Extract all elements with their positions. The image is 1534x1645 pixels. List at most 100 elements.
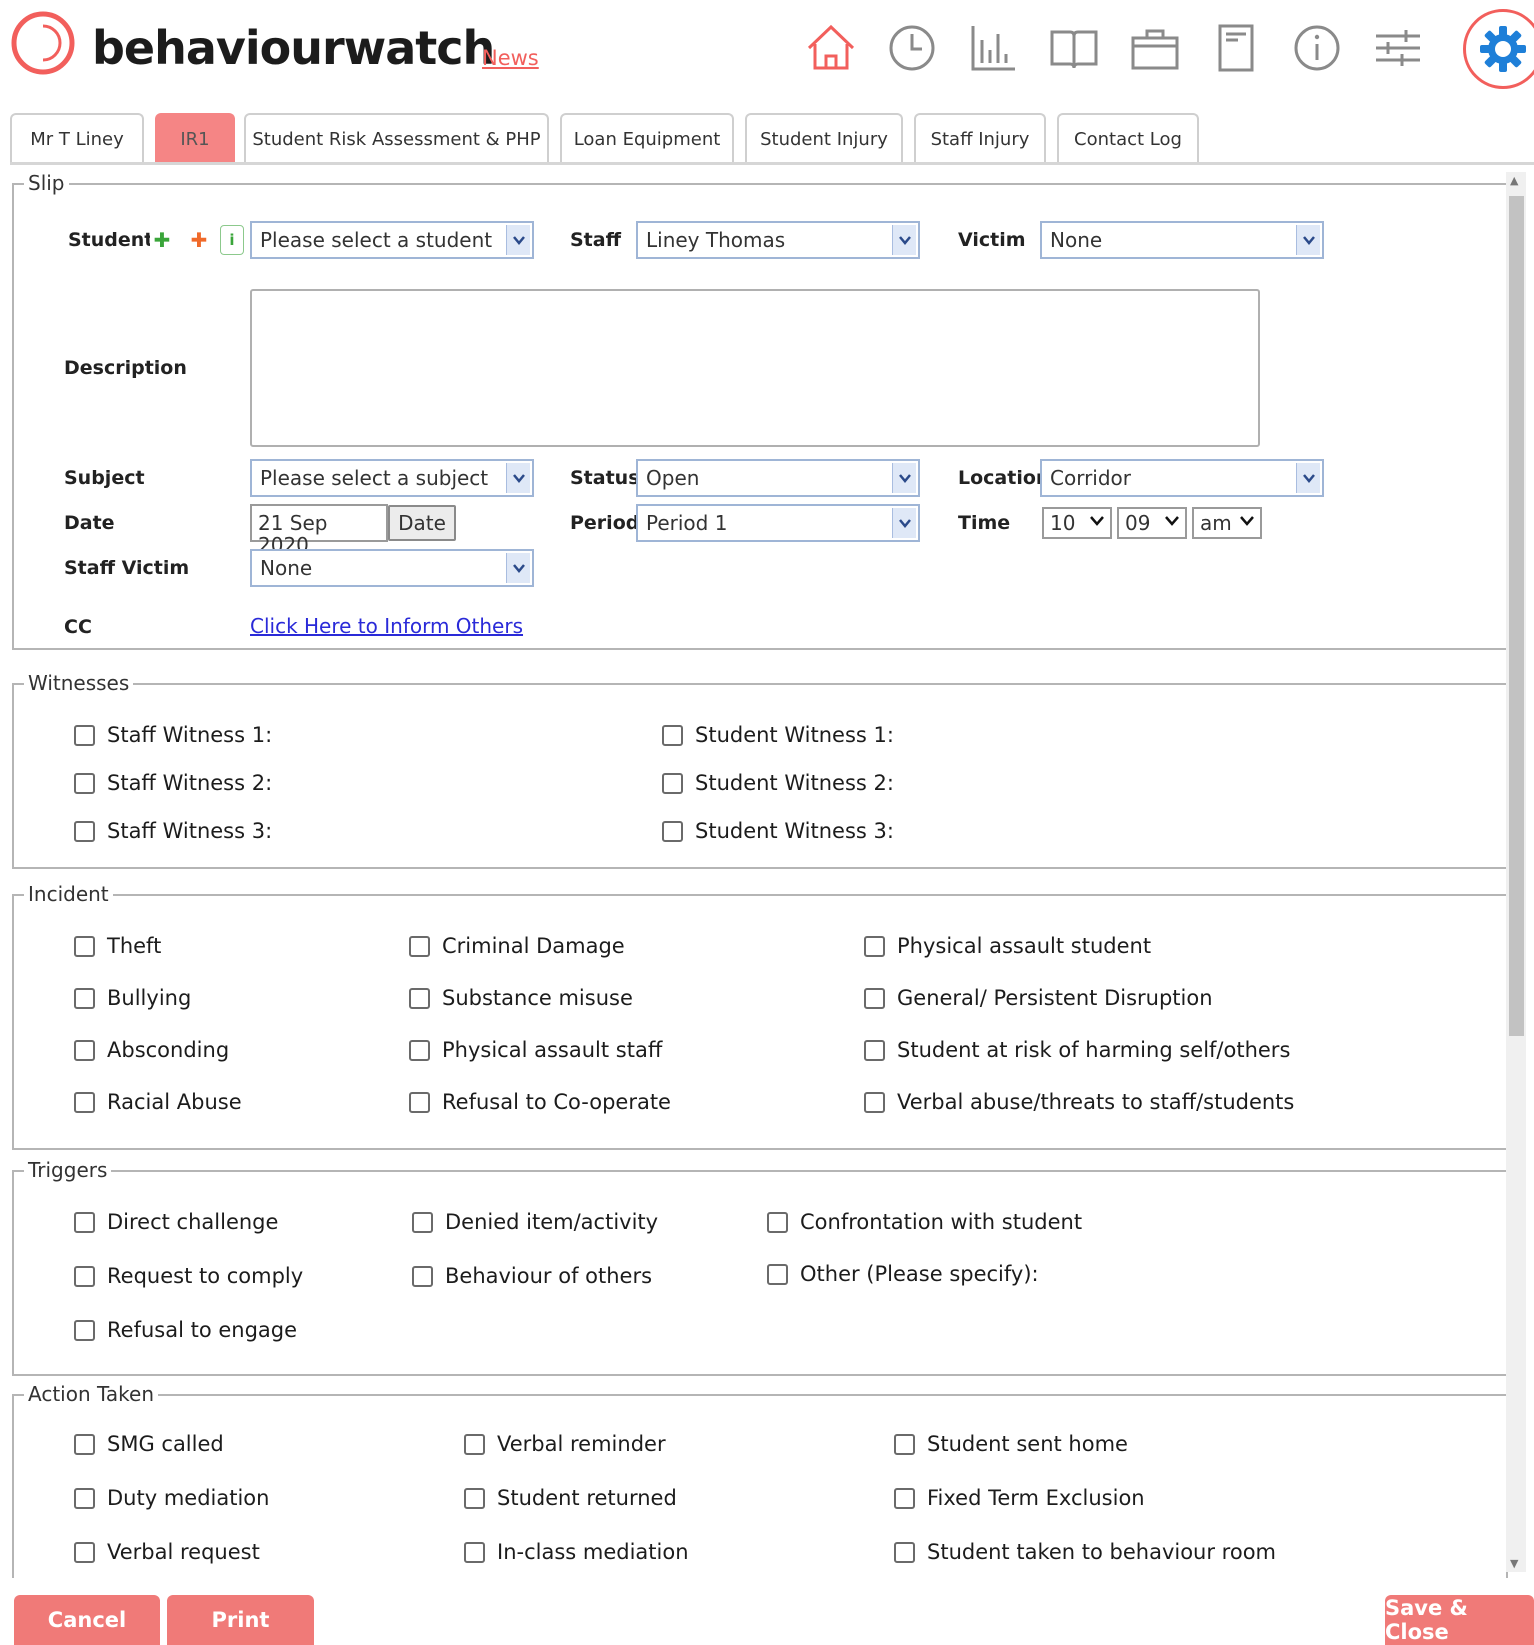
checkbox-box[interactable]	[74, 1039, 95, 1061]
checkbox-box[interactable]	[74, 1433, 95, 1455]
home-icon[interactable]	[803, 20, 859, 76]
checkbox-box[interactable]	[74, 1319, 95, 1341]
tab-student-injury[interactable]: Student Injury	[745, 113, 903, 163]
action-sent-home-checkbox[interactable]: Student sent home	[894, 1432, 1128, 1456]
info-icon[interactable]	[1289, 20, 1345, 76]
checkbox-box[interactable]	[412, 1265, 433, 1287]
checkbox-box[interactable]	[894, 1487, 915, 1509]
checkbox-box[interactable]	[864, 935, 885, 957]
action-inclass-mediation-checkbox[interactable]: In-class mediation	[464, 1540, 689, 1564]
subject-select[interactable]: Please select a subject	[250, 459, 534, 497]
trigger-other-checkbox[interactable]: Other (Please specify):	[767, 1262, 1039, 1286]
document-icon[interactable]	[1208, 20, 1264, 76]
checkbox-box[interactable]	[409, 1039, 430, 1061]
time-minute-select[interactable]: 09	[1117, 507, 1187, 539]
action-fixed-term-exclusion-checkbox[interactable]: Fixed Term Exclusion	[894, 1486, 1145, 1510]
staff-witness-2-checkbox[interactable]: Staff Witness 2:	[74, 771, 272, 795]
scroll-down-icon[interactable]: ▼	[1510, 1557, 1518, 1570]
incident-bullying-checkbox[interactable]: Bullying	[74, 986, 191, 1010]
save-close-button[interactable]: Save & Close	[1385, 1595, 1534, 1645]
action-smg-called-checkbox[interactable]: SMG called	[74, 1432, 224, 1456]
period-select[interactable]: Period 1	[636, 504, 920, 542]
trigger-direct-challenge-checkbox[interactable]: Direct challenge	[74, 1210, 278, 1234]
checkbox-box[interactable]	[864, 1091, 885, 1113]
cancel-button[interactable]: Cancel	[14, 1595, 160, 1645]
description-textarea[interactable]	[250, 289, 1260, 447]
checkbox-box[interactable]	[464, 1433, 485, 1455]
incident-refusal-checkbox[interactable]: Refusal to Co-operate	[409, 1090, 671, 1114]
checkbox-box[interactable]	[767, 1263, 788, 1285]
briefcase-icon[interactable]	[1127, 20, 1183, 76]
book-icon[interactable]	[1046, 20, 1102, 76]
incident-assault-student-checkbox[interactable]: Physical assault student	[864, 934, 1151, 958]
settings-gear-button[interactable]	[1463, 9, 1534, 89]
student-witness-2-checkbox[interactable]: Student Witness 2:	[662, 771, 894, 795]
incident-theft-checkbox[interactable]: Theft	[74, 934, 161, 958]
time-hour-select[interactable]: 10	[1042, 507, 1112, 539]
date-input[interactable]: 21 Sep 2020	[250, 504, 388, 556]
staff-witness-1-checkbox[interactable]: Staff Witness 1:	[74, 723, 272, 747]
checkbox-box[interactable]	[894, 1433, 915, 1455]
status-select[interactable]: Open	[636, 459, 920, 497]
checkbox-box[interactable]	[864, 1039, 885, 1061]
checkbox-box[interactable]	[74, 1211, 95, 1233]
checkbox-box[interactable]	[894, 1541, 915, 1563]
tab-mr-t-liney[interactable]: Mr T Liney	[10, 113, 144, 163]
action-student-returned-checkbox[interactable]: Student returned	[464, 1486, 677, 1510]
checkbox-box[interactable]	[74, 820, 95, 842]
location-select[interactable]: Corridor	[1040, 459, 1324, 497]
trigger-confrontation-checkbox[interactable]: Confrontation with student	[767, 1210, 1082, 1234]
checkbox-box[interactable]	[74, 1091, 95, 1113]
tab-student-risk-assessment[interactable]: Student Risk Assessment & PHP	[244, 113, 549, 163]
checkbox-box[interactable]	[767, 1211, 788, 1233]
incident-disruption-checkbox[interactable]: General/ Persistent Disruption	[864, 986, 1213, 1010]
incident-assault-staff-checkbox[interactable]: Physical assault staff	[409, 1038, 662, 1062]
checkbox-box[interactable]	[662, 820, 683, 842]
student-witness-1-checkbox[interactable]: Student Witness 1:	[662, 723, 894, 747]
action-verbal-request-checkbox[interactable]: Verbal request	[74, 1540, 260, 1564]
checkbox-box[interactable]	[412, 1211, 433, 1233]
staff-witness-3-checkbox[interactable]: Staff Witness 3:	[74, 819, 272, 843]
checkbox-box[interactable]	[74, 1487, 95, 1509]
action-verbal-reminder-checkbox[interactable]: Verbal reminder	[464, 1432, 666, 1456]
tab-ir1[interactable]: IR1	[155, 113, 235, 163]
tab-staff-injury[interactable]: Staff Injury	[914, 113, 1046, 163]
trigger-refusal-engage-checkbox[interactable]: Refusal to engage	[74, 1318, 297, 1342]
checkbox-box[interactable]	[74, 987, 95, 1009]
date-picker-button[interactable]: Date	[388, 505, 456, 541]
checkbox-box[interactable]	[409, 1091, 430, 1113]
checkbox-box[interactable]	[409, 987, 430, 1009]
add-student-green-icon[interactable]: ✚	[150, 225, 174, 255]
student-select[interactable]: Please select a student	[250, 221, 534, 259]
checkbox-box[interactable]	[74, 724, 95, 746]
checkbox-box[interactable]	[464, 1541, 485, 1563]
time-ampm-select[interactable]: am	[1192, 507, 1262, 539]
checkbox-box[interactable]	[74, 772, 95, 794]
checkbox-box[interactable]	[74, 1265, 95, 1287]
history-icon[interactable]	[884, 20, 940, 76]
trigger-behaviour-others-checkbox[interactable]: Behaviour of others	[412, 1264, 652, 1288]
incident-absconding-checkbox[interactable]: Absconding	[74, 1038, 229, 1062]
checkbox-box[interactable]	[409, 935, 430, 957]
incident-verbal-abuse-checkbox[interactable]: Verbal abuse/threats to staff/students	[864, 1090, 1294, 1114]
trigger-denied-item-checkbox[interactable]: Denied item/activity	[412, 1210, 658, 1234]
checkbox-box[interactable]	[662, 772, 683, 794]
incident-racial-abuse-checkbox[interactable]: Racial Abuse	[74, 1090, 242, 1114]
incident-criminal-damage-checkbox[interactable]: Criminal Damage	[409, 934, 625, 958]
trigger-request-comply-checkbox[interactable]: Request to comply	[74, 1264, 303, 1288]
print-button[interactable]: Print	[167, 1595, 314, 1645]
checkbox-box[interactable]	[74, 1541, 95, 1563]
incident-substance-misuse-checkbox[interactable]: Substance misuse	[409, 986, 633, 1010]
news-link[interactable]: News	[482, 46, 539, 70]
inform-others-link[interactable]: Click Here to Inform Others	[250, 614, 523, 638]
student-witness-3-checkbox[interactable]: Student Witness 3:	[662, 819, 894, 843]
incident-risk-harm-checkbox[interactable]: Student at risk of harming self/others	[864, 1038, 1290, 1062]
action-duty-mediation-checkbox[interactable]: Duty mediation	[74, 1486, 269, 1510]
victim-select[interactable]: None	[1040, 221, 1324, 259]
tab-loan-equipment[interactable]: Loan Equipment	[560, 113, 734, 163]
checkbox-box[interactable]	[864, 987, 885, 1009]
staff-victim-select[interactable]: None	[250, 549, 534, 587]
staff-select[interactable]: Liney Thomas	[636, 221, 920, 259]
sliders-icon[interactable]	[1370, 20, 1426, 76]
checkbox-box[interactable]	[464, 1487, 485, 1509]
